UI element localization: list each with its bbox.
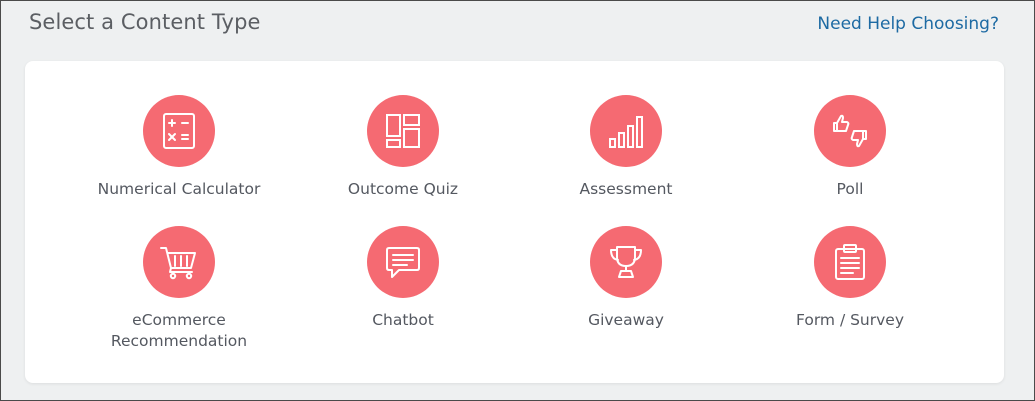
need-help-link[interactable]: Need Help Choosing? [817,14,999,34]
page-title: Select a Content Type [29,10,261,34]
content-type-label: Giveaway [588,311,664,329]
content-type-numerical-calculator[interactable]: Numerical Calculator [67,95,291,200]
content-type-chatbot[interactable]: Chatbot [291,226,515,331]
trophy-icon [590,226,662,298]
content-type-label: Poll [836,180,864,198]
content-type-card: Numerical Calculator Outcome Quiz Assess… [25,61,1004,383]
chat-bubble-icon [367,226,439,298]
content-type-label: Chatbot [372,311,434,329]
content-type-form-survey[interactable]: Form / Survey [738,226,962,331]
content-type-label: Form / Survey [795,311,905,329]
content-type-panel: Select a Content Type Need Help Choosing… [0,0,1035,401]
grid-layout-icon [367,95,439,167]
bar-chart-icon [590,95,662,167]
content-type-ecommerce-recommendation[interactable]: eCommerce Recommendation [67,226,291,352]
content-type-label: Assessment [579,180,673,198]
content-type-poll[interactable]: Poll [738,95,962,200]
calculator-icon [143,95,215,167]
content-type-outcome-quiz[interactable]: Outcome Quiz [291,95,515,200]
content-type-giveaway[interactable]: Giveaway [514,226,738,331]
content-type-label: Outcome Quiz [347,180,459,198]
clipboard-icon [814,226,886,298]
content-type-label: Numerical Calculator [97,180,261,198]
content-type-label: eCommerce Recommendation [110,311,248,350]
shopping-cart-icon [143,226,215,298]
content-type-assessment[interactable]: Assessment [514,95,738,200]
thumbs-up-down-icon [814,95,886,167]
